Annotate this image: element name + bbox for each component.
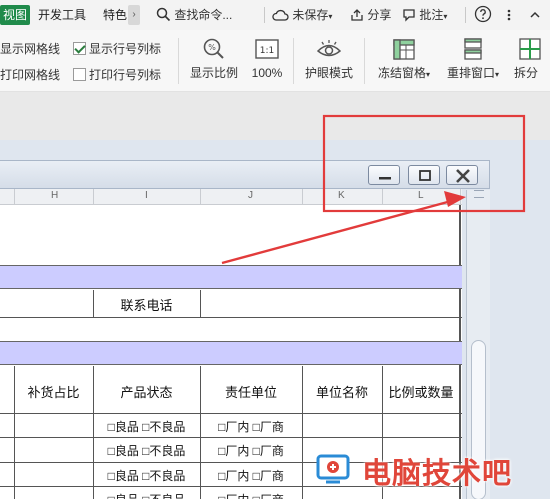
watermark: 电脑技术吧 [310, 448, 550, 492]
pointer-arrow [221, 198, 456, 265]
annotation-overlay [221, 114, 526, 265]
highlight-box [322, 114, 526, 213]
watermark-logo [316, 454, 350, 484]
pointer-arrowhead [444, 191, 466, 207]
watermark-text: 电脑技术吧 [362, 456, 513, 490]
